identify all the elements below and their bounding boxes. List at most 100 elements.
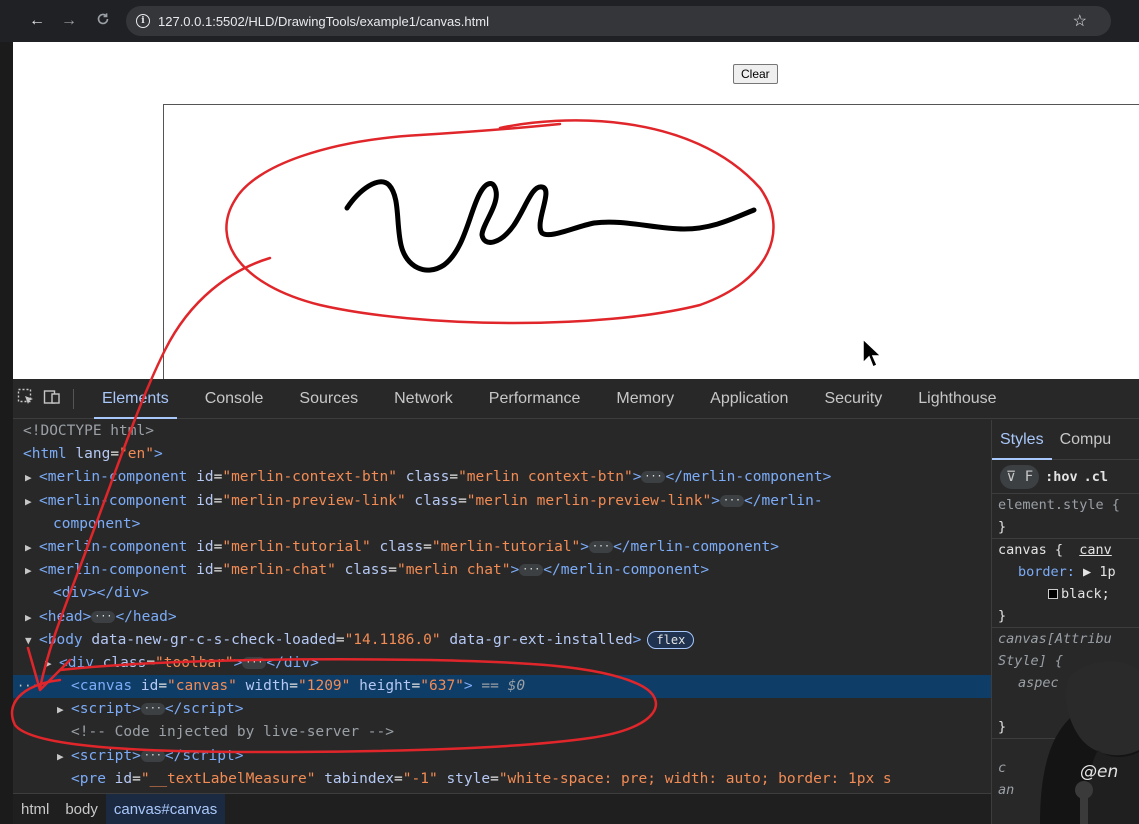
tab-memory[interactable]: Memory — [598, 379, 692, 419]
expand-triangle-icon[interactable]: ▶ — [25, 559, 39, 582]
collapsed-ellipsis-icon[interactable]: ··· — [519, 564, 544, 577]
console-ref: $0 — [507, 678, 526, 695]
page-viewport: Clear — [0, 42, 1139, 394]
collapsed-ellipsis-icon[interactable]: ··· — [91, 610, 116, 623]
dom-node-merlin-chat[interactable]: ▶ <merlin-component id="merlin-chat" clas… — [13, 559, 991, 582]
empty-div-tag: <div></div> — [53, 585, 150, 602]
dom-node-wrap: component> — [13, 513, 991, 536]
back-arrow-icon[interactable]: ← — [24, 12, 50, 30]
clear-button[interactable]: Clear — [733, 64, 778, 84]
expand-triangle-icon[interactable]: ▶ — [25, 536, 39, 559]
element-style-selector[interactable]: element.style { — [992, 494, 1139, 516]
live-server-comment: <!-- Code injected by live-server --> — [71, 724, 395, 741]
reload-icon[interactable] — [90, 12, 116, 30]
toolbar-class-value: "toolbar" — [155, 654, 234, 671]
tab-console[interactable]: Console — [187, 379, 282, 419]
expand-triangle-icon[interactable]: ▶ — [25, 606, 39, 629]
breadcrumb: html body canvas#canvas — [13, 793, 991, 824]
hov-toggle[interactable]: :hov — [1045, 469, 1078, 485]
dom-node-pre[interactable]: <pre id="__textLabelMeasure" tabindex="-… — [13, 768, 991, 791]
mouse-pointer-icon — [862, 337, 883, 369]
collapsed-ellipsis-icon[interactable]: ··· — [719, 494, 745, 507]
watermark-text: @en — [1080, 762, 1118, 782]
dom-node-script-2[interactable]: ▶ <script> ··· </script> — [13, 745, 991, 768]
tab-styles[interactable]: Styles — [992, 420, 1052, 460]
element-style-close: } — [998, 519, 1007, 535]
expand-triangle-icon[interactable]: ▶ — [25, 490, 39, 513]
bookmark-star-icon[interactable]: ☆ — [1073, 11, 1087, 31]
expand-triangle-icon[interactable]: ▶ — [57, 698, 71, 721]
expand-triangle-icon[interactable]: ▶ — [57, 745, 71, 768]
drawing-canvas[interactable] — [163, 104, 1139, 394]
merlin-chat-id: "merlin-chat" — [222, 562, 336, 579]
tab-performance[interactable]: Performance — [471, 379, 599, 419]
styles-tab-bar: Styles Compu — [992, 420, 1139, 460]
collapsed-ellipsis-icon[interactable]: ··· — [140, 749, 165, 762]
inspect-element-icon[interactable] — [13, 388, 39, 410]
tab-sources[interactable]: Sources — [281, 379, 376, 419]
merlin-context-btn-class: "merlin context-btn" — [458, 469, 633, 486]
more-options-icon[interactable]: ··· — [17, 675, 39, 698]
screen: ← → i 127.0.0.1:5502/HLD/DrawingTools/ex… — [0, 0, 1139, 824]
merlin-chat-class: "merlin chat" — [396, 562, 511, 579]
breadcrumb-canvas[interactable]: canvas#canvas — [105, 793, 226, 824]
body-attr-ext: data-gr-ext-installed — [449, 631, 633, 648]
breadcrumb-body[interactable]: body — [57, 794, 106, 824]
dom-node-merlin-preview-link[interactable]: ▶ <merlin-component id="merlin-preview-li… — [13, 490, 991, 513]
pre-tabindex-value: "-1" — [402, 770, 438, 787]
merlin-preview-link-id: "merlin-preview-link" — [222, 492, 406, 509]
device-toolbar-icon[interactable] — [39, 388, 65, 410]
cls-toggle[interactable]: .cl — [1084, 469, 1108, 485]
canvas-rule-source-link[interactable]: canv — [1079, 542, 1112, 558]
dom-node-toolbar-div[interactable]: ▶ <div class="toolbar"> ··· </div> — [13, 652, 991, 675]
dom-node-html[interactable]: <html lang="en"> — [13, 443, 991, 466]
scribble-stroke — [344, 179, 757, 273]
canvas-rule-selector[interactable]: canvas { canv — [992, 539, 1139, 561]
expand-triangle-icon[interactable]: ▶ — [25, 466, 39, 489]
border-color-value[interactable]: black; — [992, 583, 1139, 605]
expand-triangle-icon[interactable]: ▶ — [45, 652, 59, 675]
dom-node-head[interactable]: ▶ <head> ··· </head> — [13, 606, 991, 629]
collapsed-ellipsis-icon[interactable]: ··· — [140, 703, 165, 716]
toolbar-divider — [73, 388, 74, 409]
tab-elements[interactable]: Elements — [84, 379, 187, 419]
dom-node-div[interactable]: <div></div> — [13, 582, 991, 605]
dom-node-script[interactable]: ▶ <script> ··· </script> — [13, 698, 991, 721]
dom-tree[interactable]: <!DOCTYPE html> <html lang="en"> ▶ <merli… — [13, 420, 991, 792]
url-text[interactable]: 127.0.0.1:5502/HLD/DrawingTools/example1… — [158, 14, 489, 29]
breadcrumb-html[interactable]: html — [13, 794, 57, 824]
collapse-triangle-icon[interactable]: ▼ — [25, 629, 39, 652]
styles-filter-input[interactable]: ⊽ F — [1000, 464, 1040, 489]
body-checkloaded-value: "14.1186.0" — [344, 631, 441, 648]
dom-node-canvas-selected[interactable]: ··· <canvas id="canvas" width="1209" heig… — [13, 675, 991, 699]
tab-network[interactable]: Network — [376, 379, 471, 419]
tab-security[interactable]: Security — [806, 379, 900, 419]
dom-node-doctype[interactable]: <!DOCTYPE html> — [13, 420, 991, 443]
border-property[interactable]: border: ▶ 1p — [992, 561, 1139, 583]
head-open-tag: <head> — [39, 608, 92, 625]
forward-arrow-icon[interactable]: → — [56, 12, 82, 30]
site-info-icon[interactable]: i — [136, 14, 150, 28]
dom-node-merlin-tutorial[interactable]: ▶ <merlin-component id="merlin-tutorial" … — [13, 536, 991, 559]
collapsed-ellipsis-icon[interactable]: ··· — [242, 656, 267, 669]
tab-application[interactable]: Application — [692, 379, 806, 419]
tab-lighthouse[interactable]: Lighthouse — [900, 379, 1014, 419]
flex-badge[interactable]: flex — [647, 630, 695, 649]
collapsed-ellipsis-icon[interactable]: ··· — [589, 540, 614, 553]
devtools-panel: Elements Console Sources Network Perform… — [0, 379, 1139, 824]
address-bar[interactable]: i 127.0.0.1:5502/HLD/DrawingTools/exampl… — [126, 6, 1111, 36]
color-swatch-icon[interactable] — [1048, 589, 1058, 599]
dom-node-merlin-context-btn[interactable]: ▶ <merlin-component id="merlin-context-bt… — [13, 466, 991, 489]
collapsed-ellipsis-icon[interactable]: ··· — [641, 471, 666, 484]
merlin-preview-link-class: "merlin merlin-preview-link" — [466, 492, 712, 509]
dom-node-comment[interactable]: <!-- Code injected by live-server --> — [13, 721, 991, 744]
doctype-text: <!DOCTYPE html> — [23, 423, 154, 439]
merlin-tutorial-class: "merlin-tutorial" — [431, 538, 581, 555]
head-close-tag: </head> — [115, 608, 177, 625]
pre-style-value: "white-space: pre; width: auto; border: … — [498, 770, 892, 787]
wrapped-tag-tail: component> — [53, 515, 141, 532]
canvas-rule-close: } — [998, 608, 1007, 624]
dom-node-body[interactable]: ▼ <body data-new-gr-c-s-check-loaded="14.… — [13, 629, 991, 652]
tab-computed[interactable]: Compu — [1052, 420, 1120, 460]
canvas-id-value: "canvas" — [167, 678, 237, 695]
